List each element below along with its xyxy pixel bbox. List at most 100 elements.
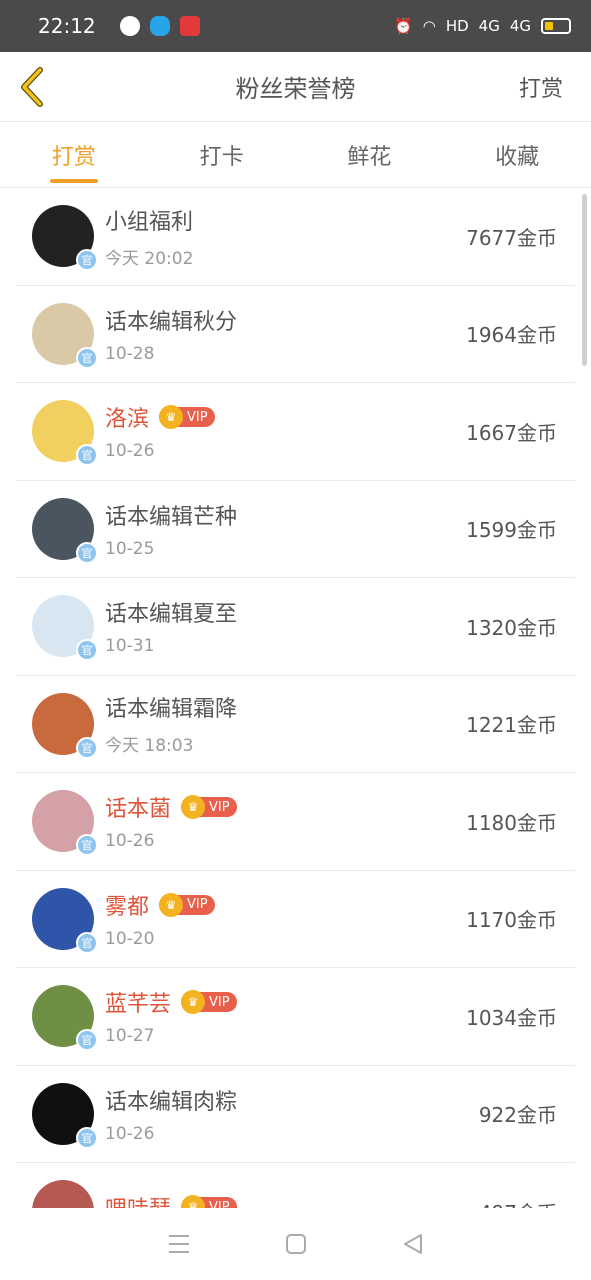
signal-icon-1: 4G — [478, 17, 500, 35]
reward-amount: 497金币 — [479, 1197, 557, 1208]
crown-icon: ♛ — [181, 1195, 206, 1208]
reward-time: 10-28 — [105, 343, 155, 364]
user-info: 雾都 ♛ VIP 10-20 — [105, 889, 466, 949]
reward-time: 10-26 — [105, 1123, 155, 1144]
user-info: 话本编辑芒种 10-25 — [105, 499, 466, 559]
vip-label: VIP — [209, 799, 230, 815]
status-bar: 22:12 ⏰ ◠ HD 4G 4G — [0, 0, 591, 52]
list-item[interactable]: 官 雾都 ♛ VIP 10-20 1170金币 — [16, 871, 575, 968]
reward-time: 10-20 — [105, 928, 155, 949]
user-info: 蓝芊芸 ♛ VIP 10-27 — [105, 986, 466, 1046]
reward-time: 10-26 — [105, 831, 155, 852]
vip-badge: ♛ VIP — [181, 795, 237, 820]
list-item[interactable]: 官 话本编辑霜降 今天 18:03 1221金币 — [16, 676, 575, 773]
reward-time: 10-27 — [105, 1026, 155, 1047]
user-info: 话本菌 ♛ VIP 10-26 — [105, 791, 466, 851]
name-line: 雾都 ♛ VIP — [105, 889, 466, 921]
alarm-icon: ⏰ — [394, 17, 413, 35]
tab-indicator — [49, 179, 98, 183]
crown-icon: ♛ — [159, 892, 184, 917]
user-name[interactable]: 哩哇瑟 — [105, 1191, 171, 1208]
avatar-wrap: 官 — [32, 205, 98, 272]
reward-amount: 922金币 — [478, 1103, 557, 1128]
reward-time: 10-31 — [105, 636, 155, 657]
official-badge-icon: 官 — [76, 1029, 98, 1052]
status-time: 22:12 — [38, 14, 96, 38]
avatar-wrap: 官 — [32, 1180, 94, 1208]
reward-amount: 1667金币 — [466, 420, 557, 445]
scrollbar[interactable] — [582, 194, 587, 366]
user-info: 洛滨 ♛ VIP 10-26 — [105, 401, 466, 461]
list-item[interactable]: 官 哩哇瑟 ♛VIP 497金币 — [16, 1163, 575, 1208]
home-icon[interactable] — [285, 1233, 307, 1255]
name-line: 小组福利 — [105, 204, 466, 236]
reward-amount: 1599金币 — [466, 518, 557, 543]
list-item[interactable]: 官 洛滨 ♛ VIP 10-26 1667金币 — [16, 383, 575, 481]
reward-button[interactable]: 打赏 — [519, 71, 563, 103]
crown-icon: ♛ — [181, 990, 206, 1015]
list-item[interactable]: 官 话本编辑夏至 10-31 1320金币 — [16, 578, 575, 676]
user-name[interactable]: 雾都 — [105, 889, 149, 921]
user-name[interactable]: 蓝芊芸 — [105, 986, 171, 1018]
reward-time: 10-25 — [105, 538, 155, 559]
list-item[interactable]: 官 话本编辑肉粽 10-26 922金币 — [16, 1066, 575, 1163]
user-name[interactable]: 话本菌 — [105, 791, 171, 823]
tab-flowers[interactable]: 鲜花 — [296, 122, 444, 187]
vip-label: VIP — [187, 409, 208, 425]
official-badge-icon: 官 — [76, 249, 98, 272]
name-line: 洛滨 ♛ VIP — [105, 401, 466, 433]
official-badge-icon: 官 — [76, 1126, 98, 1149]
back-triangle-icon[interactable] — [402, 1233, 424, 1255]
official-badge-icon: 官 — [76, 834, 98, 857]
reward-amount: 1034金币 — [466, 1005, 557, 1030]
qq-icon — [149, 16, 170, 36]
official-badge-icon: 官 — [76, 736, 98, 759]
tab-checkin[interactable]: 打卡 — [148, 122, 296, 187]
avatar[interactable] — [32, 1180, 94, 1208]
user-info: 小组福利 今天 20:02 — [105, 204, 466, 269]
tab-favorites[interactable]: 收藏 — [443, 122, 591, 187]
list-item[interactable]: 官 话本编辑芒种 10-25 1599金币 — [16, 481, 575, 578]
reward-amount: 1221金币 — [466, 713, 557, 738]
official-badge-icon: 官 — [76, 346, 98, 369]
user-name[interactable]: 话本编辑霜降 — [105, 691, 237, 723]
network-label: HD — [445, 17, 469, 35]
user-name[interactable]: 小组福利 — [105, 204, 193, 236]
official-badge-icon: 官 — [76, 444, 98, 467]
wifi-icon: ◠ — [422, 17, 436, 35]
user-name[interactable]: 话本编辑肉粽 — [105, 1084, 237, 1116]
official-badge-icon: 官 — [76, 931, 98, 954]
app-icon — [179, 16, 200, 36]
user-info: 话本编辑霜降 今天 18:03 — [105, 691, 466, 756]
reward-amount: 1180金币 — [466, 810, 557, 835]
vip-label: VIP — [187, 897, 208, 913]
menu-icon[interactable] — [167, 1233, 191, 1255]
official-badge-icon: 官 — [76, 541, 98, 564]
avatar-wrap: 官 — [32, 400, 98, 467]
tab-label: 收藏 — [495, 144, 540, 170]
nav-bar: 粉丝荣誉榜 打赏 — [0, 52, 591, 122]
tab-reward[interactable]: 打赏 — [0, 122, 148, 187]
fan-ranking-list[interactable]: 官 小组福利 今天 20:02 7677金币 官 话本编辑秋分 10-28 19… — [0, 188, 591, 1208]
name-line: 话本编辑肉粽 — [105, 1084, 479, 1116]
back-button[interactable] — [12, 64, 52, 110]
avatar-wrap: 官 — [32, 985, 98, 1052]
list-item[interactable]: 官 蓝芊芸 ♛ VIP 10-27 1034金币 — [16, 968, 575, 1066]
official-badge-icon: 官 — [76, 639, 98, 662]
list-item[interactable]: 官 话本编辑秋分 10-28 1964金币 — [16, 286, 575, 383]
page-title: 粉丝荣誉榜 — [235, 75, 356, 103]
list-item[interactable]: 官 话本菌 ♛ VIP 10-26 1180金币 — [16, 773, 575, 871]
user-info: 哩哇瑟 ♛VIP — [105, 1191, 479, 1208]
reward-amount: 1320金币 — [466, 615, 557, 640]
name-line: 话本编辑霜降 — [105, 691, 466, 723]
reward-amount: 1964金币 — [466, 323, 557, 348]
list-item[interactable]: 官 小组福利 今天 20:02 7677金币 — [16, 188, 575, 286]
tab-bar: 打赏 打卡 鲜花 收藏 — [0, 122, 591, 188]
globe-icon — [119, 16, 140, 36]
user-name[interactable]: 话本编辑秋分 — [105, 304, 237, 336]
user-name[interactable]: 洛滨 — [105, 401, 149, 433]
user-name[interactable]: 话本编辑夏至 — [105, 596, 237, 628]
user-name[interactable]: 话本编辑芒种 — [105, 499, 237, 531]
reward-amount: 7677金币 — [466, 225, 557, 250]
reward-amount: 1170金币 — [466, 908, 557, 933]
